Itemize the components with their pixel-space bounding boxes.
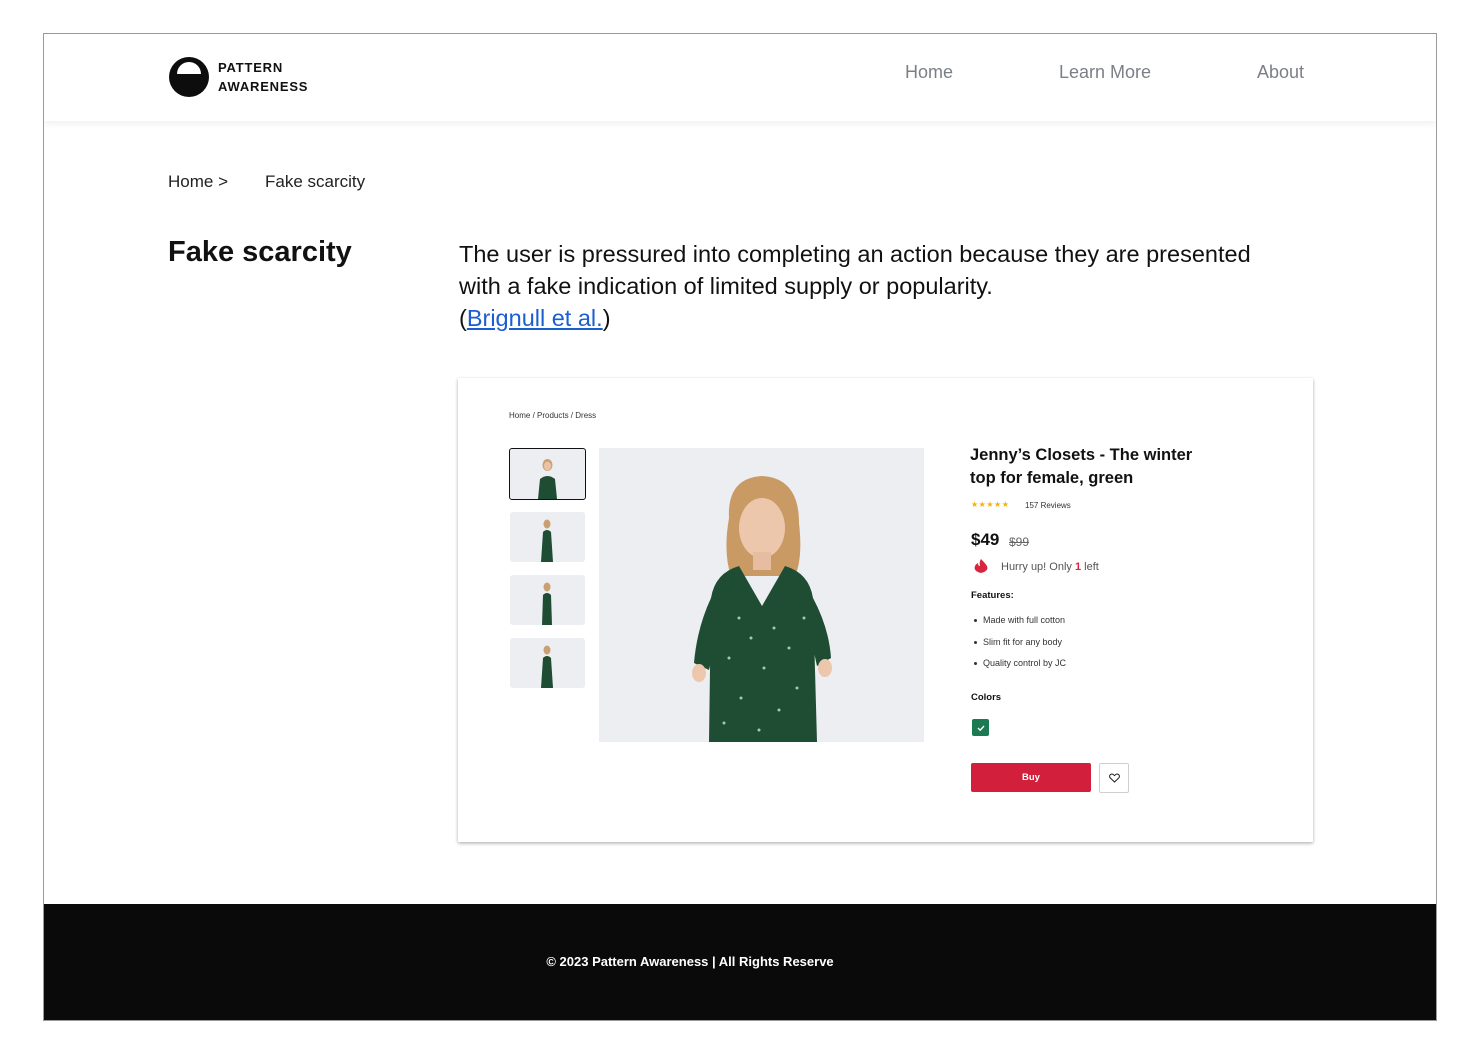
product-thumbnail-1[interactable] bbox=[509, 448, 586, 500]
scarcity-suffix: left bbox=[1081, 561, 1099, 573]
product-thumbnail-2[interactable] bbox=[510, 512, 585, 562]
nav-home[interactable]: Home bbox=[905, 62, 953, 83]
feature-text: Slim fit for any body bbox=[983, 637, 1063, 647]
bullet-icon bbox=[974, 641, 977, 645]
logo-line-2: AWARENESS bbox=[218, 79, 309, 94]
feature-text: Made with full cotton bbox=[983, 615, 1066, 625]
citation-close: ) bbox=[602, 305, 611, 331]
logo[interactable]: PATTERN AWARENESS bbox=[169, 57, 308, 97]
color-swatch-green[interactable] bbox=[972, 719, 989, 736]
logo-icon bbox=[169, 57, 209, 97]
bullet-icon bbox=[974, 619, 977, 623]
buy-button[interactable]: Buy bbox=[971, 763, 1091, 792]
breadcrumb-current: Fake scarcity bbox=[265, 172, 366, 191]
nav-about[interactable]: About bbox=[1257, 62, 1304, 83]
review-count[interactable]: 157 Reviews bbox=[1025, 501, 1071, 510]
product-thumbnail-4[interactable] bbox=[510, 638, 585, 688]
bullet-icon bbox=[974, 662, 977, 666]
example-product-card: Home / Products / Dress Jenny’s Closets … bbox=[458, 378, 1313, 842]
citation-link[interactable]: Brignull et al. bbox=[467, 305, 603, 331]
breadcrumb-home[interactable]: Home > bbox=[168, 172, 228, 192]
page-title: Fake scarcity bbox=[168, 236, 352, 268]
site-header: PATTERN AWARENESS Home Learn More About bbox=[44, 34, 1436, 121]
feature-text: Quality control by JC bbox=[983, 658, 1067, 668]
model-thumbnail-image bbox=[541, 519, 553, 562]
feature-item: Made with full cotton bbox=[974, 615, 1065, 625]
features-heading: Features: bbox=[971, 590, 1014, 601]
page-frame: PATTERN AWARENESS Home Learn More About … bbox=[43, 33, 1437, 1021]
wishlist-button[interactable] bbox=[1099, 763, 1129, 793]
feature-item: Quality control by JC bbox=[974, 658, 1066, 668]
copyright-text: © 2023 Pattern Awareness | All Rights Re… bbox=[546, 954, 834, 969]
citation-open: ( bbox=[459, 305, 467, 331]
fire-icon bbox=[974, 559, 988, 573]
feature-item: Slim fit for any body bbox=[974, 637, 1062, 647]
model-thumbnail-image bbox=[541, 645, 553, 688]
site-footer: © 2023 Pattern Awareness | All Rights Re… bbox=[44, 904, 1436, 1020]
model-thumbnail-image bbox=[538, 459, 557, 499]
logo-text: PATTERN AWARENESS bbox=[218, 58, 308, 96]
product-thumbnail-3[interactable] bbox=[510, 575, 585, 625]
description-text: The user is pressured into completing an… bbox=[459, 241, 1251, 299]
checkmark-icon bbox=[977, 725, 985, 731]
colors-heading: Colors bbox=[971, 692, 1002, 703]
model-illustration bbox=[692, 476, 832, 742]
scarcity-prefix: Hurry up! Only bbox=[1001, 561, 1075, 573]
rating-stars-icon: ★★★★★ bbox=[971, 500, 1010, 509]
demo-breadcrumb: Home / Products / Dress bbox=[509, 411, 597, 420]
pattern-description: The user is pressured into completing an… bbox=[459, 238, 1259, 334]
model-thumbnail-image bbox=[542, 582, 552, 625]
original-price: $99 bbox=[1009, 535, 1030, 549]
product-main-image bbox=[599, 448, 924, 742]
product-title: Jenny’s Closets - The winter top for fem… bbox=[970, 446, 1193, 487]
heart-icon bbox=[1108, 773, 1120, 783]
logo-line-1: PATTERN bbox=[218, 60, 284, 75]
current-price: $49 bbox=[971, 530, 1000, 549]
nav-learn-more[interactable]: Learn More bbox=[1059, 62, 1151, 83]
scarcity-message: Hurry up! Only 1 left bbox=[1001, 561, 1099, 573]
